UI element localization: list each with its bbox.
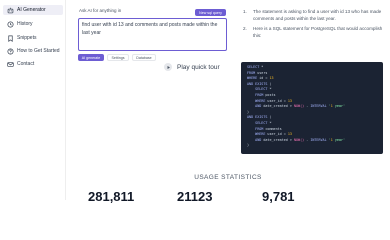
sidebar-item-label: How to Get Started [17,48,60,54]
answer-item-number: 2. [243,26,247,31]
settings-button[interactable]: Settings [107,54,129,61]
ai-generate-label: AI generate [81,55,101,60]
sidebar-item-history[interactable]: History [3,19,63,29]
sidebar-item-label: Snippets [17,35,37,41]
answer-item: 1. The statement is asking to find a use… [243,8,383,22]
sql-code-block[interactable]: SELECT * FROM users WHERE id = 13 AND EXIST… [241,62,383,154]
sidebar-item-how-to-get-started[interactable]: How to Get Started [3,46,63,56]
answer-item-text: Here is a SQL statement for PostgreSQL t… [253,26,383,38]
tour-label: Play quick tour [177,63,220,71]
sidebar-item-label: AI Generator [17,7,46,13]
ai-generate-button[interactable]: AI generate [78,54,104,61]
query-label: Ask AI for anything in [79,8,122,13]
play-icon [164,63,172,71]
stat-value: 21123 [177,189,213,204]
sidebar-item-ai-generator[interactable]: AI Generator [3,5,63,15]
query-input[interactable]: find user with id 13 and comments and po… [78,18,227,51]
question-icon [6,47,14,55]
mail-icon [6,60,14,68]
answer-item: 2. Here is a SQL statement for PostgreSQ… [243,25,383,39]
database-button[interactable]: Database [132,54,156,61]
answer-text: 1. The statement is asking to find a use… [243,8,383,42]
bookmark-icon [6,34,14,42]
stat-value: 9,781 [262,189,295,204]
sidebar-item-label: Contact [17,61,35,67]
new-sql-query-button[interactable]: New sql query [195,9,226,16]
answer-item-number: 1. [243,9,247,14]
code-line: ) [247,143,250,148]
answer-item-text: The statement is asking to find a user w… [253,9,382,21]
robot-icon [6,6,14,14]
play-quick-tour-button[interactable]: Play quick tour [164,61,224,73]
sidebar-item-contact[interactable]: Contact [3,59,63,69]
database-label: Database [136,55,152,60]
sidebar: AI Generator History Snippets How to Get… [0,0,66,200]
sidebar-item-label: History [17,21,33,27]
usage-statistics-title: USAGE STATISTICS [194,174,262,181]
settings-label: Settings [111,55,125,60]
stat-value: 281,811 [88,189,135,204]
mode-toolbar: AI generate Settings Database [78,54,159,61]
clock-icon [6,20,14,28]
sidebar-item-snippets[interactable]: Snippets [3,33,63,43]
main-panel: Ask AI for anything in New sql query fin… [66,0,390,204]
